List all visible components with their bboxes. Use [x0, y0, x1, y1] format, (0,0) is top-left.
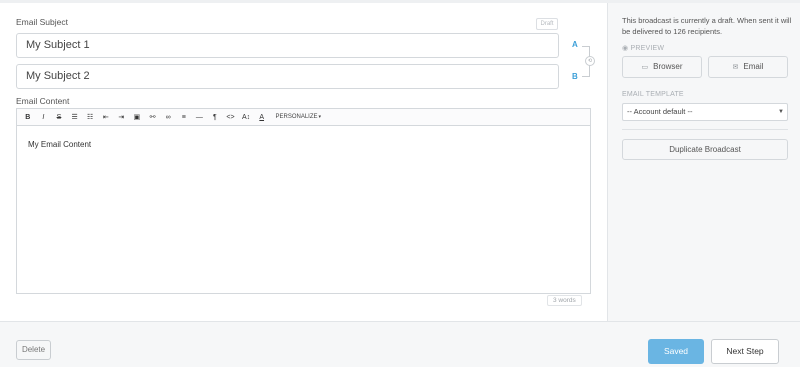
strikethrough-icon[interactable]: S — [51, 110, 67, 125]
unlink-icon[interactable]: ∞ — [160, 110, 176, 125]
sidebar-divider — [622, 129, 788, 130]
footer-bar: Delete Saved Next Step — [0, 321, 800, 367]
editor-content-text: My Email Content — [28, 140, 92, 149]
editor-panel: Email Subject Draft My Subject 1 My Subj… — [0, 3, 607, 321]
next-step-button[interactable]: Next Step — [711, 339, 779, 364]
link-icon[interactable]: ⚯ — [145, 110, 161, 125]
email-content-label: Email Content — [16, 96, 70, 106]
ordered-list-icon[interactable]: ☷ — [82, 110, 98, 125]
personalize-dropdown[interactable]: PERSONALIZE▾ — [276, 110, 322, 125]
text-size-icon[interactable]: A↕ — [238, 110, 254, 125]
ab-swap-icon[interactable]: ⟲ — [585, 56, 595, 66]
subject-a-input[interactable]: My Subject 1 — [16, 33, 559, 58]
paragraph-icon[interactable]: ¶ — [207, 110, 223, 125]
caret-down-icon: ▾ — [318, 113, 322, 120]
text-color-icon[interactable]: A — [254, 110, 270, 125]
italic-icon[interactable]: I — [36, 110, 52, 125]
preview-email-button[interactable]: ✉ Email — [708, 56, 788, 78]
unordered-list-icon[interactable]: ☰ — [67, 110, 83, 125]
code-icon[interactable]: <> — [223, 110, 239, 125]
browser-button-label: Browser — [653, 62, 683, 71]
align-icon[interactable]: ≡ — [176, 110, 192, 125]
bold-icon[interactable]: B — [20, 110, 36, 125]
sidebar: This broadcast is currently a draft. Whe… — [607, 3, 800, 321]
email-template-select[interactable]: -- Account default -- ▼ — [622, 103, 788, 121]
variant-a-label: A — [572, 40, 578, 49]
chevron-down-icon: ▼ — [778, 109, 784, 115]
editor-content[interactable]: My Email Content — [17, 126, 590, 163]
browser-window-icon: ▭ — [641, 64, 649, 71]
editor-toolbar: B I S ☰ ☷ ⇤ ⇥ ▣ ⚯ ∞ ≡ — ¶ <> A↕ A PERSON… — [17, 109, 590, 126]
email-template-caption: EMAIL TEMPLATE — [622, 91, 684, 98]
duplicate-broadcast-button[interactable]: Duplicate Broadcast — [622, 139, 788, 160]
email-subject-label: Email Subject — [16, 17, 68, 27]
word-count: 3 words — [547, 295, 582, 306]
subject-b-input[interactable]: My Subject 2 — [16, 64, 559, 89]
image-icon[interactable]: ▣ — [129, 110, 145, 125]
outdent-icon[interactable]: ⇤ — [98, 110, 114, 125]
preview-browser-button[interactable]: ▭ Browser — [622, 56, 702, 78]
personalize-label: PERSONALIZE — [275, 113, 318, 120]
delete-button[interactable]: Delete — [16, 340, 51, 360]
variant-b-label: B — [572, 72, 578, 81]
rich-text-editor: B I S ☰ ☷ ⇤ ⇥ ▣ ⚯ ∞ ≡ — ¶ <> A↕ A PERSON… — [16, 108, 591, 294]
saved-button[interactable]: Saved — [648, 339, 704, 364]
email-template-value: -- Account default -- — [627, 107, 693, 116]
horizontal-rule-icon[interactable]: — — [192, 110, 208, 125]
envelope-icon: ✉ — [732, 64, 739, 71]
preview-caption: ◉ PREVIEW — [622, 44, 664, 52]
email-button-label: Email — [743, 62, 764, 71]
draft-badge: Draft — [536, 18, 558, 30]
indent-icon[interactable]: ⇥ — [114, 110, 130, 125]
draft-status-text: This broadcast is currently a draft. Whe… — [622, 16, 792, 36]
preview-caption-text: PREVIEW — [630, 45, 665, 52]
